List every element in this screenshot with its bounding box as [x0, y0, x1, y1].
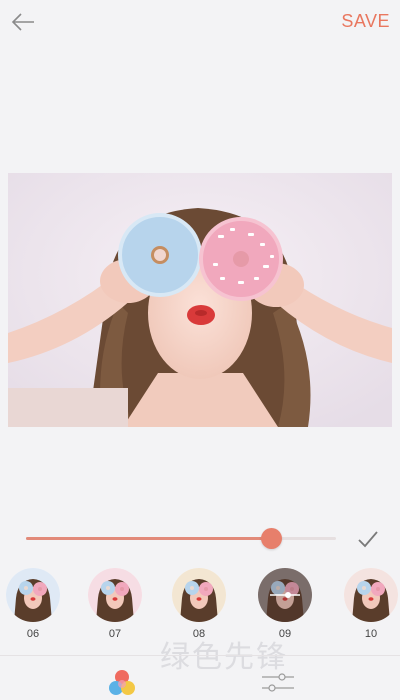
intensity-slider-thumb[interactable]	[261, 528, 282, 549]
filter-item-06[interactable]: 06	[4, 564, 62, 648]
filter-thumbnail	[258, 568, 312, 622]
filter-label: 07	[108, 628, 122, 640]
color-filter-icon[interactable]	[106, 668, 138, 698]
bottom-bar	[0, 656, 400, 700]
adjust-icon[interactable]	[258, 670, 298, 696]
edited-photo	[8, 173, 392, 427]
checkmark-icon[interactable]	[356, 528, 380, 550]
arrow-left-icon[interactable]	[8, 8, 38, 36]
save-button[interactable]: SAVE	[341, 11, 390, 32]
filter-label: 10	[364, 628, 378, 640]
filter-item-07[interactable]: 07	[86, 564, 144, 648]
filter-thumbnail	[88, 568, 142, 622]
slider-settings-icon	[270, 592, 300, 598]
intensity-slider-fill	[26, 537, 271, 540]
filter-thumbnail	[172, 568, 226, 622]
selected-filter-overlay	[258, 568, 312, 622]
photo-image	[8, 173, 392, 427]
filter-thumbnail	[344, 568, 398, 622]
filter-thumbnail	[6, 568, 60, 622]
top-bar: SAVE	[0, 0, 400, 44]
filter-item-10[interactable]: 10	[342, 564, 400, 648]
filter-label: 06	[26, 628, 40, 640]
intensity-slider-row	[0, 520, 400, 556]
